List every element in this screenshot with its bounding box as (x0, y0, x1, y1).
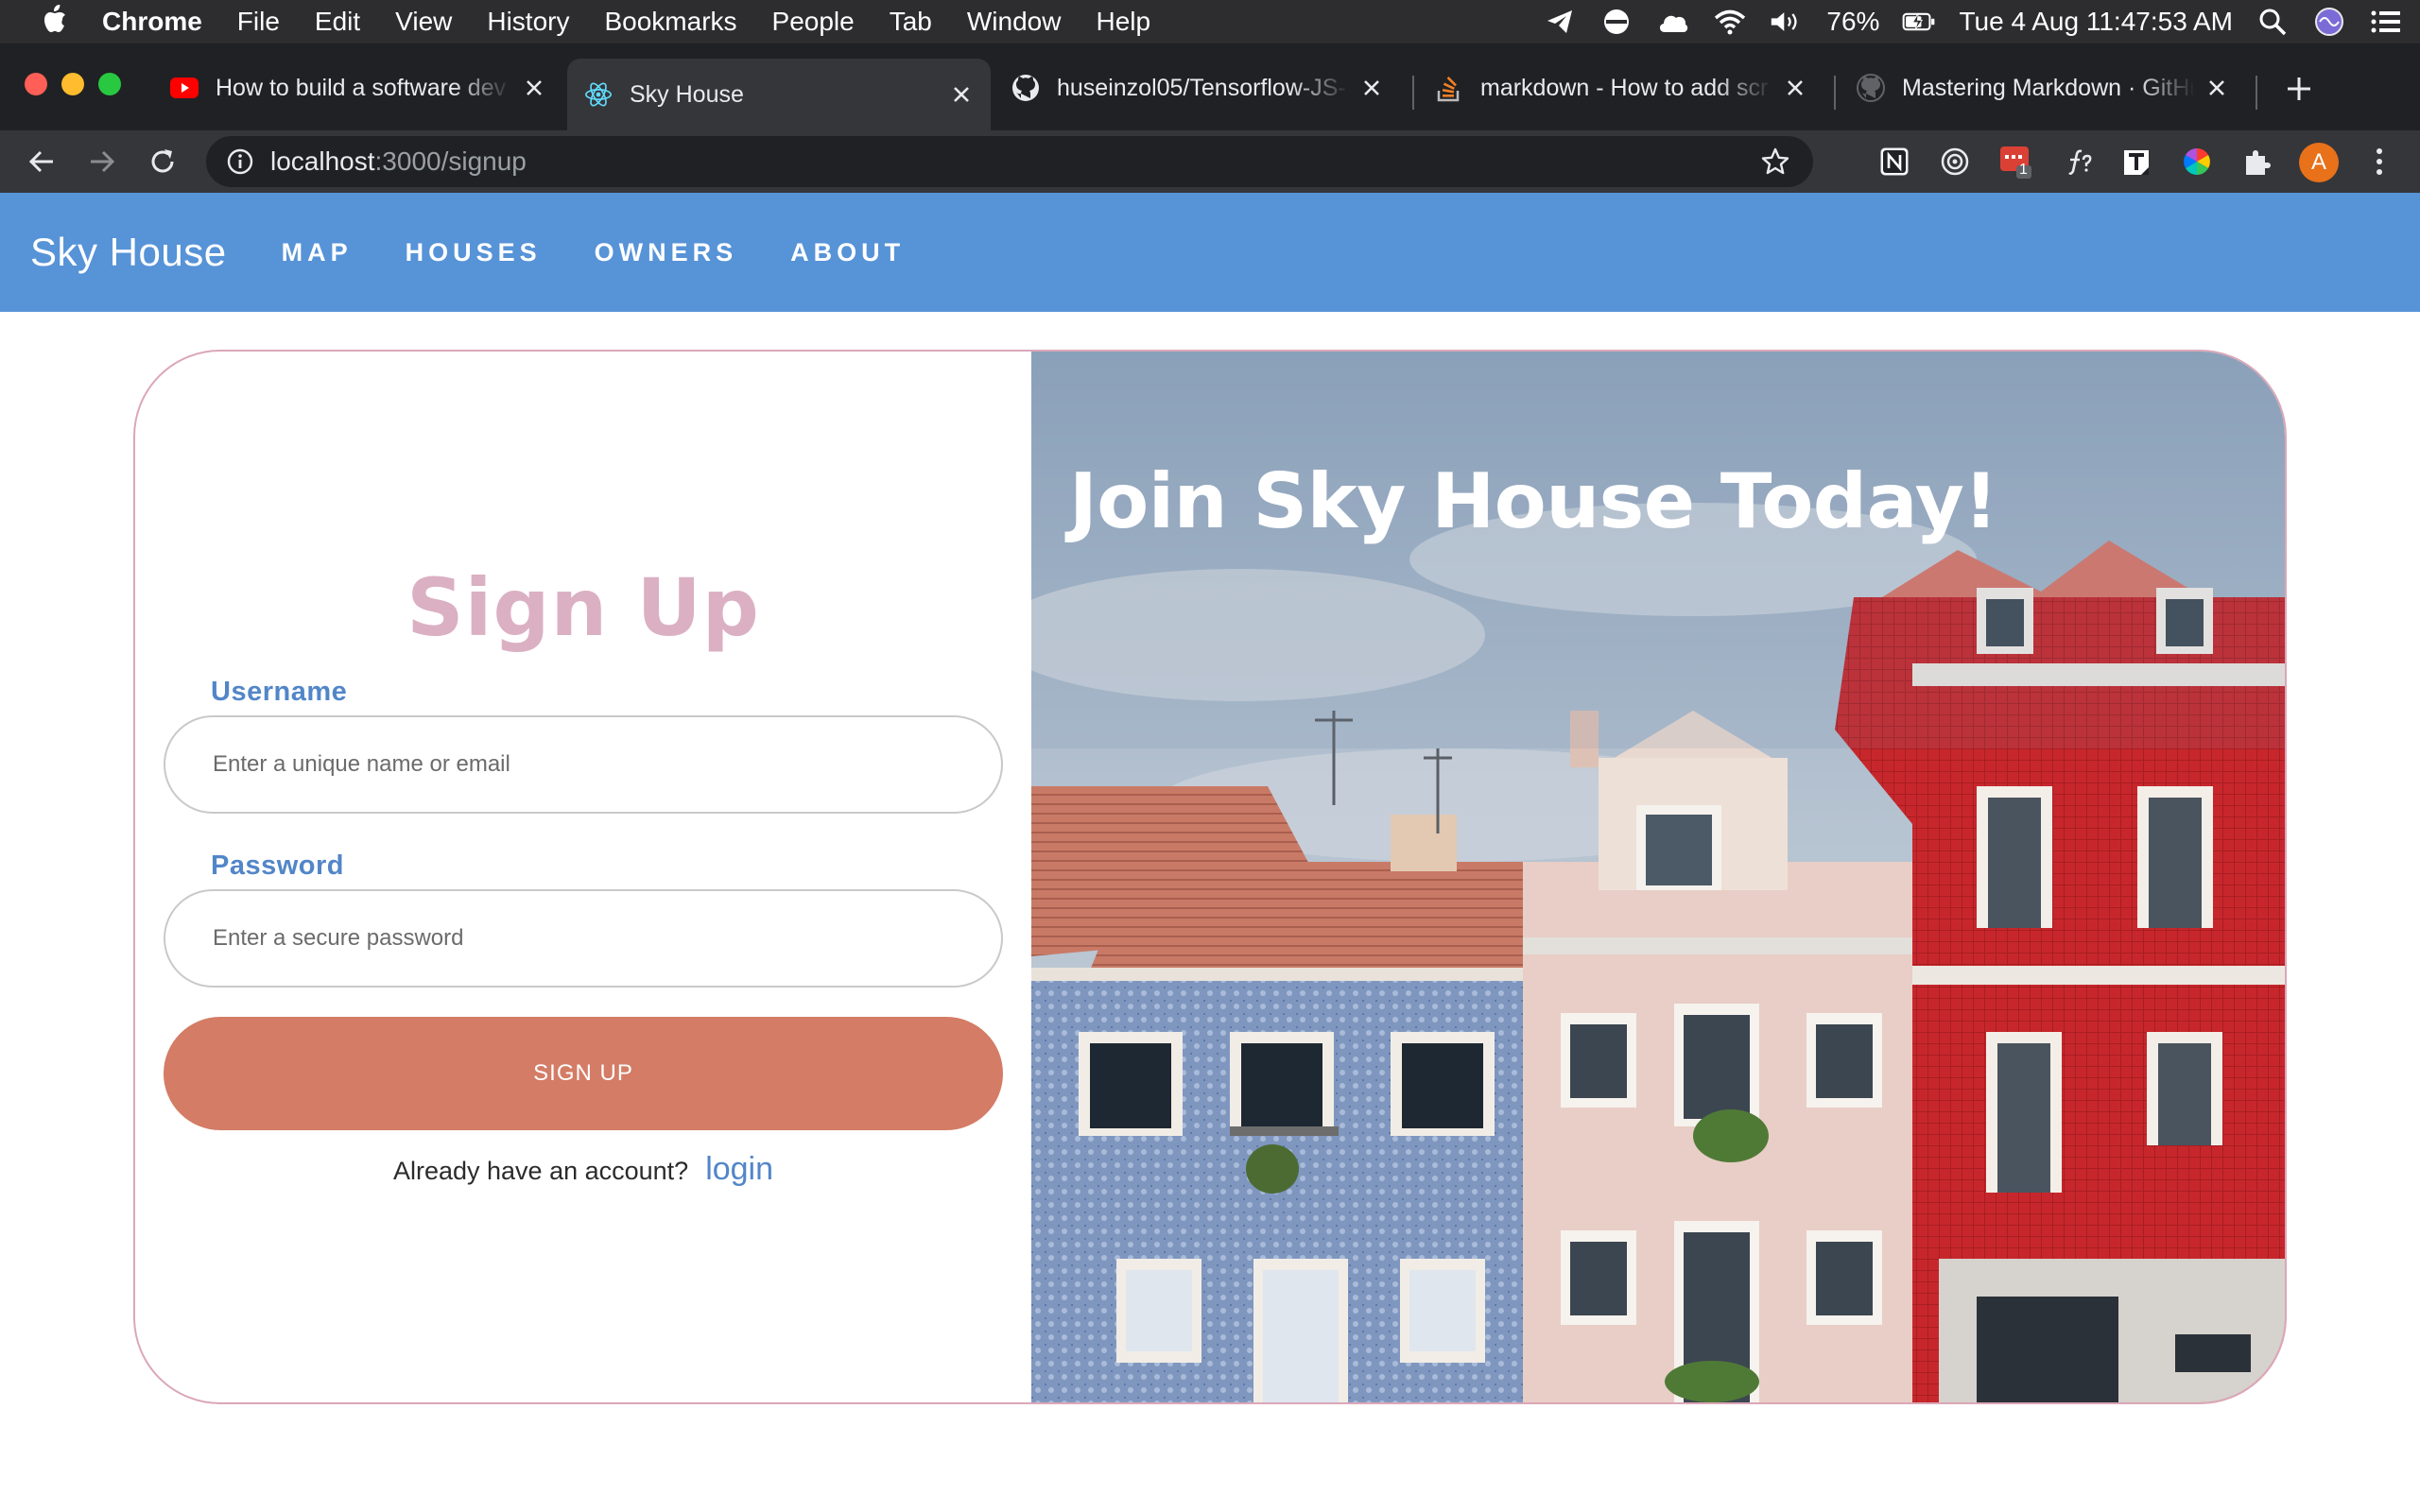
signup-card: Sign Up Username Password SIGN UP Alread… (133, 350, 2287, 1404)
vpn-icon[interactable] (1599, 5, 1634, 39)
github-icon (1011, 74, 1040, 102)
tab-github-tensorflow[interactable]: huseinzol05/Tensorflow-JS- (994, 59, 1401, 117)
telegram-icon[interactable] (1543, 5, 1577, 39)
new-tab-button[interactable] (2282, 72, 2316, 106)
signup-button[interactable]: SIGN UP (164, 1017, 1003, 1130)
tab-github-markdown[interactable]: Mastering Markdown · GitHu (1840, 59, 2246, 117)
close-tab-icon[interactable] (2203, 74, 2231, 102)
password-label: Password (211, 850, 344, 881)
close-tab-icon[interactable] (947, 80, 976, 109)
close-tab-icon[interactable] (1357, 74, 1386, 102)
menu-people[interactable]: People (772, 7, 855, 37)
tab-stackoverflow[interactable]: markdown - How to add scr (1418, 59, 1824, 117)
forward-button[interactable] (81, 141, 123, 182)
fullscreen-window-button[interactable] (98, 73, 121, 95)
url-text[interactable]: localhost:3000/signup (270, 146, 527, 177)
menu-tab[interactable]: Tab (890, 7, 932, 37)
battery-percent[interactable]: 76% (1826, 7, 1879, 37)
tab-separator (2256, 76, 2257, 110)
tab-separator (1834, 76, 1836, 110)
wifi-icon[interactable] (1713, 5, 1747, 39)
menu-help[interactable]: Help (1096, 7, 1150, 37)
menu-view[interactable]: View (395, 7, 452, 37)
cloud-icon[interactable] (1656, 5, 1690, 39)
tab-separator (1412, 76, 1414, 110)
macos-menu-bar: Chrome File Edit View History Bookmarks … (0, 0, 2420, 43)
url-host: localhost (270, 146, 375, 176)
typography-extension-icon[interactable] (2118, 143, 2155, 180)
username-input[interactable] (164, 715, 1003, 814)
bookmark-star-icon[interactable] (1758, 145, 1792, 179)
font-ninja-extension-icon[interactable] (2057, 143, 2095, 180)
tab-sky-house[interactable]: Sky House (567, 59, 991, 130)
close-tab-icon[interactable] (1781, 74, 1809, 102)
nav-owners[interactable]: OWNERS (595, 238, 738, 267)
minimize-window-button[interactable] (61, 73, 84, 95)
todoist-extension-icon[interactable]: 1 (1996, 143, 2034, 180)
react-icon (584, 80, 613, 109)
youtube-icon (170, 74, 199, 102)
close-tab-icon[interactable] (520, 74, 548, 102)
signup-heading: Sign Up (406, 561, 760, 654)
browser-toolbar: localhost:3000/signup 1 A (0, 130, 2420, 193)
tab-youtube[interactable]: How to build a software dev (153, 59, 563, 117)
tab-title: How to build a software dev (216, 74, 507, 101)
address-bar[interactable]: localhost:3000/signup (206, 136, 1813, 187)
nav-map[interactable]: MAP (282, 238, 353, 267)
password-input[interactable] (164, 889, 1003, 988)
nav-houses[interactable]: HOUSES (406, 238, 542, 267)
reload-button[interactable] (142, 141, 183, 182)
menu-bookmarks[interactable]: Bookmarks (604, 7, 736, 37)
profile-avatar[interactable]: A (2299, 143, 2339, 182)
extension-badge: 1 (2019, 162, 2028, 178)
menu-edit[interactable]: Edit (315, 7, 360, 37)
tab-title: Mastering Markdown · GitHu (1902, 74, 2195, 101)
login-row: Already have an account? login (135, 1151, 1031, 1188)
github-icon (1857, 74, 1885, 102)
site-navbar: Sky House MAP HOUSES OWNERS ABOUT (0, 193, 2420, 312)
clock[interactable]: Tue 4 Aug 11:47:53 AM (1959, 7, 2233, 37)
login-link[interactable]: login (705, 1151, 773, 1187)
menu-history[interactable]: History (487, 7, 569, 37)
color-picker-extension-icon[interactable] (2178, 143, 2216, 180)
siri-icon[interactable] (2312, 5, 2346, 39)
battery-charging-icon[interactable] (1902, 5, 1936, 39)
notion-extension-icon[interactable] (1876, 143, 1913, 180)
control-center-icon[interactable] (2369, 5, 2403, 39)
stackoverflow-icon (1435, 74, 1463, 102)
url-path: :3000/signup (374, 146, 527, 176)
nav-about[interactable]: ABOUT (790, 238, 905, 267)
menu-file[interactable]: File (237, 7, 280, 37)
signup-form: Sign Up Username Password SIGN UP Alread… (135, 352, 1031, 1402)
volume-icon[interactable] (1770, 5, 1804, 39)
chrome-menu-icon[interactable] (2365, 143, 2394, 180)
back-button[interactable] (21, 141, 62, 182)
spotlight-search-icon[interactable] (2256, 5, 2290, 39)
tab-title: markdown - How to add scr (1480, 74, 1769, 101)
close-window-button[interactable] (25, 73, 47, 95)
apple-menu-icon[interactable] (36, 4, 74, 40)
hero-image: Join Sky House Today! (1031, 352, 2285, 1402)
tab-title: Sky House (630, 80, 744, 108)
hero-heading: Join Sky House Today! (1069, 457, 1998, 545)
tab-title: huseinzol05/Tensorflow-JS- (1057, 74, 1346, 101)
site-info-icon[interactable] (225, 146, 255, 177)
login-prompt: Already have an account? (392, 1157, 689, 1185)
target-extension-icon[interactable] (1936, 143, 1974, 180)
site-brand[interactable]: Sky House (30, 230, 227, 275)
tab-strip: How to build a software dev Sky House hu… (0, 43, 2420, 130)
menu-app-name[interactable]: Chrome (102, 7, 202, 37)
username-label: Username (211, 677, 348, 707)
extensions-puzzle-icon[interactable] (2238, 143, 2276, 180)
menu-window[interactable]: Window (967, 7, 1062, 37)
